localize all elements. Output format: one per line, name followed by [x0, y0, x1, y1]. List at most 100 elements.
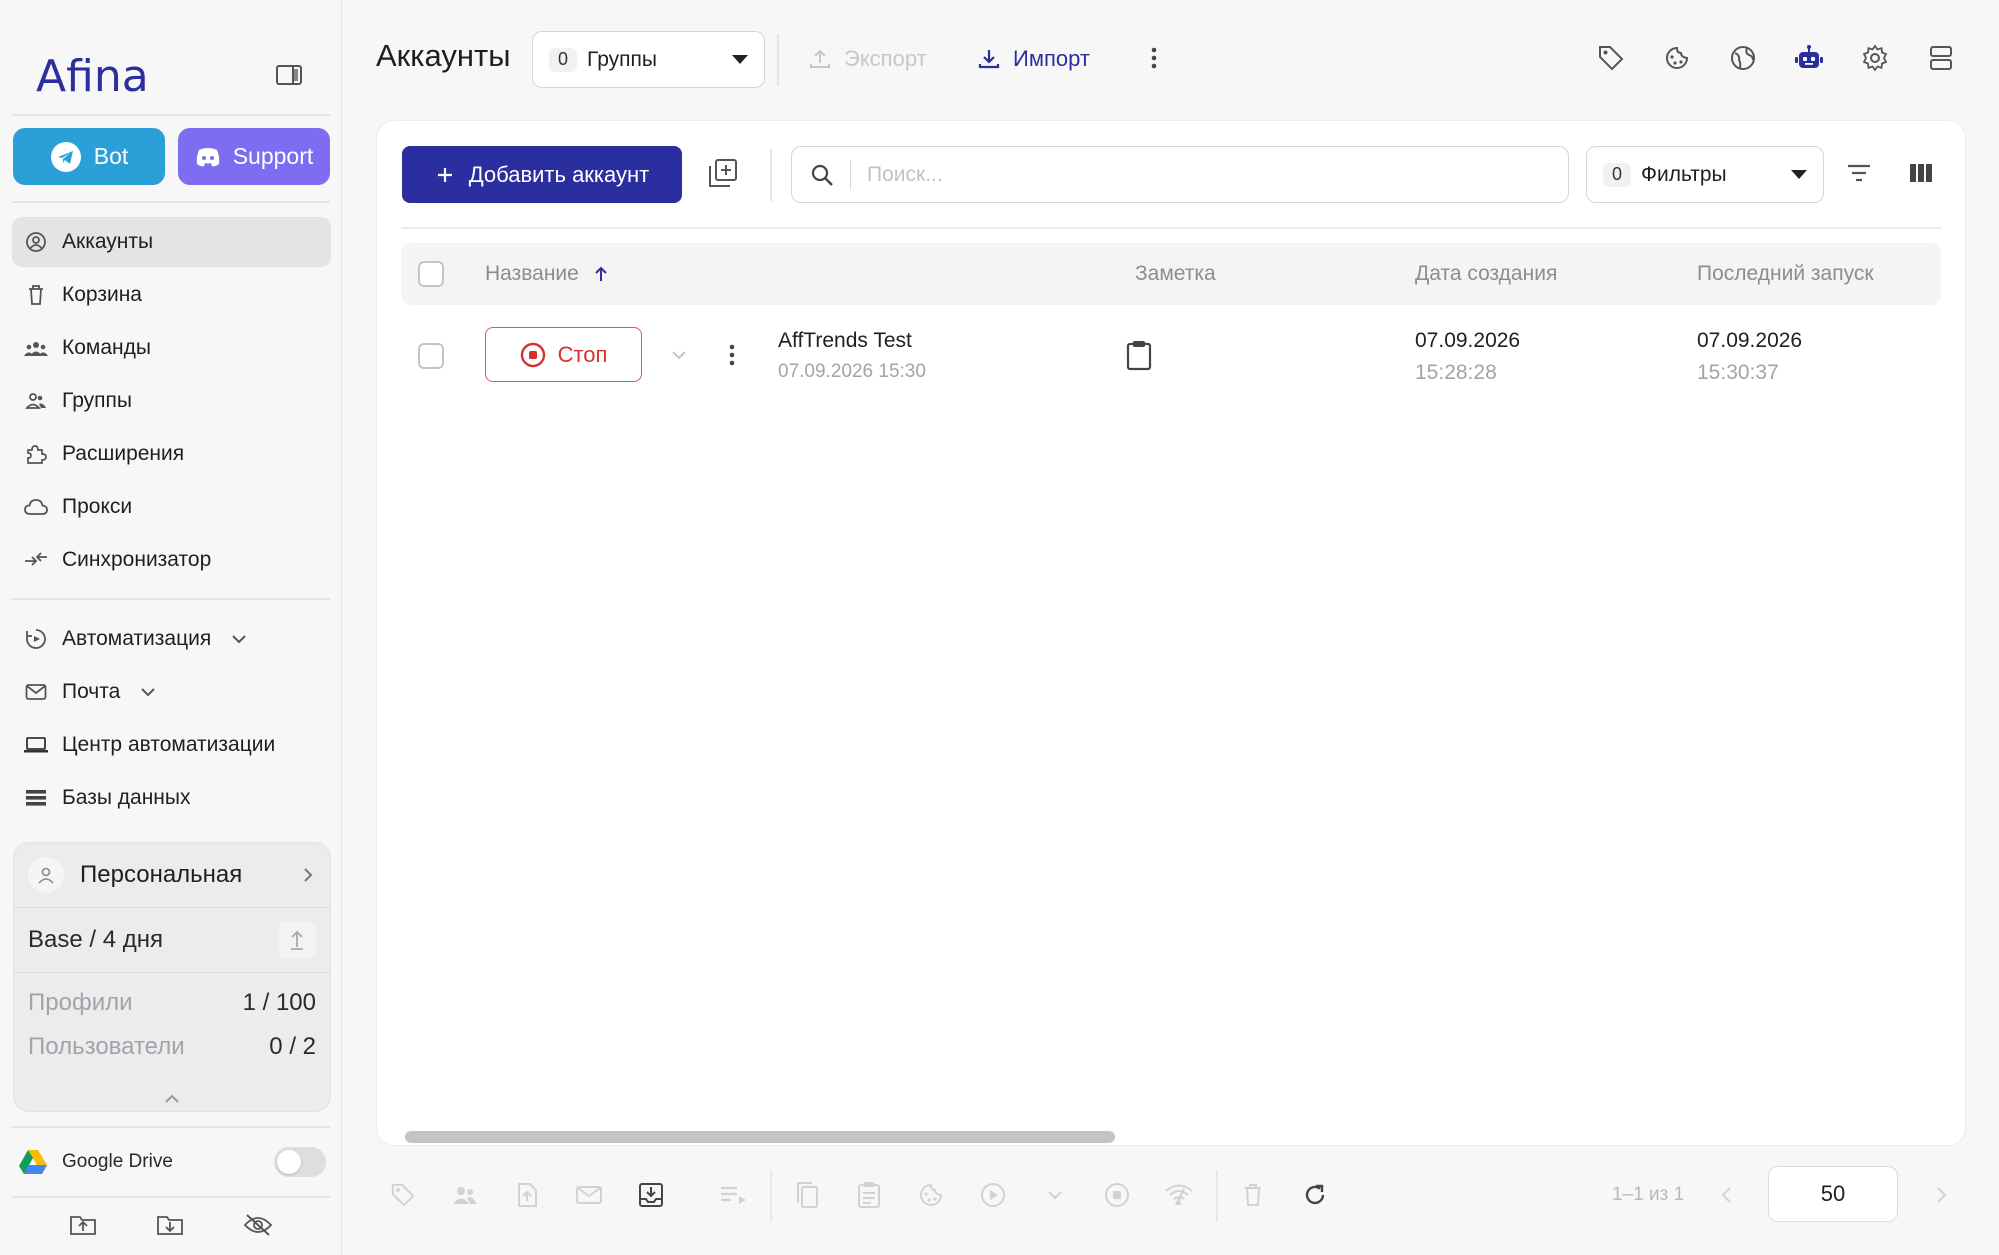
- globe-icon[interactable]: [1725, 40, 1761, 76]
- more-actions-button[interactable]: [1149, 46, 1159, 70]
- eye-off-icon[interactable]: [243, 1213, 273, 1237]
- nav-item-synchronizer[interactable]: Синхронизатор: [12, 535, 331, 585]
- export-button[interactable]: Экспорт: [808, 46, 927, 72]
- stop-icon: [520, 342, 546, 368]
- sidebar: Afina Bot Support Аккаунты Корзина Коман…: [0, 0, 342, 1255]
- person-icon: [28, 857, 64, 893]
- file-upload-icon[interactable]: [512, 1180, 542, 1210]
- chevron-right-icon[interactable]: [1926, 1180, 1956, 1210]
- profiles-usage: Профили 1 / 100: [14, 981, 330, 1025]
- nav-item-teams[interactable]: Команды: [12, 323, 331, 373]
- bot-label: Bot: [93, 143, 129, 169]
- folder-upload-icon[interactable]: [69, 1213, 97, 1237]
- bulk-actions-bar: 1–1 из 1 50: [376, 1160, 1966, 1230]
- logo: Afina: [36, 50, 149, 102]
- column-header-name[interactable]: Название: [485, 262, 609, 286]
- sort-icon[interactable]: [1845, 159, 1873, 187]
- divider: [770, 1170, 772, 1222]
- inbox-download-icon[interactable]: [636, 1180, 666, 1210]
- chevron-down-icon[interactable]: [229, 629, 249, 649]
- search-field[interactable]: Поиск...: [791, 146, 1569, 203]
- wifi-off-icon[interactable]: [1164, 1180, 1194, 1210]
- nav-item-trash[interactable]: Корзина: [12, 270, 331, 320]
- trash-icon[interactable]: [1238, 1180, 1268, 1210]
- nav-item-accounts[interactable]: Аккаунты: [12, 217, 331, 267]
- refresh-icon[interactable]: [1300, 1180, 1330, 1210]
- nav-item-groups[interactable]: Группы: [12, 376, 331, 426]
- tag-icon[interactable]: [388, 1180, 418, 1210]
- server-icon[interactable]: [1923, 40, 1959, 76]
- clipboard-list-icon[interactable]: [854, 1180, 884, 1210]
- nav-item-mail[interactable]: Почта: [12, 667, 331, 717]
- cookie-icon[interactable]: [916, 1180, 946, 1210]
- download-icon: [977, 47, 1001, 71]
- nav-item-proxy[interactable]: Прокси: [12, 482, 331, 532]
- copy-icon[interactable]: [792, 1180, 822, 1210]
- filters-count-badge: 0: [1603, 162, 1631, 187]
- search-placeholder: Поиск...: [867, 162, 943, 186]
- clipboard-icon[interactable]: [1125, 339, 1153, 371]
- column-header-last-run[interactable]: Последний запуск: [1697, 262, 1874, 286]
- nav-label: Группы: [62, 389, 132, 412]
- chevron-down-icon[interactable]: [669, 345, 689, 365]
- users-icon[interactable]: [450, 1180, 480, 1210]
- row-checkbox[interactable]: [418, 343, 444, 369]
- discord-support-button[interactable]: Support: [178, 128, 330, 185]
- import-button[interactable]: Импорт: [977, 46, 1090, 72]
- robot-icon[interactable]: [1791, 40, 1827, 76]
- workspace-selector[interactable]: Персональная: [14, 843, 330, 907]
- playlist-icon[interactable]: [718, 1180, 748, 1210]
- divider: [401, 227, 1941, 229]
- laptop-icon: [24, 733, 48, 757]
- nav-item-automation-center[interactable]: Центр автоматизации: [12, 720, 331, 770]
- divider: [12, 598, 330, 600]
- users-usage: Пользователи 0 / 2: [14, 1025, 330, 1069]
- mail-icon: [24, 680, 48, 704]
- cloud-icon: [24, 495, 48, 519]
- divider: [777, 34, 779, 86]
- bulk-add-icon[interactable]: [707, 157, 739, 189]
- kebab-menu-icon: [1149, 46, 1159, 70]
- columns-icon[interactable]: [1907, 159, 1935, 187]
- stop-icon[interactable]: [1102, 1180, 1132, 1210]
- account-name: AffTrends Test: [778, 329, 912, 352]
- nav-label: Команды: [62, 336, 151, 359]
- folder-download-icon[interactable]: [156, 1213, 184, 1237]
- nav-label: Синхронизатор: [62, 548, 212, 571]
- divider: [850, 159, 851, 190]
- per-page-input[interactable]: 50: [1768, 1166, 1898, 1222]
- last-run-date: 07.09.2026: [1697, 329, 1803, 352]
- table-row[interactable]: Стоп AffTrends Test 07.09.2026 15:30 07.…: [401, 319, 1941, 395]
- collapse-plan-button[interactable]: [14, 1093, 330, 1105]
- column-header-created[interactable]: Дата создания: [1415, 262, 1557, 286]
- mail-icon[interactable]: [574, 1180, 604, 1210]
- table-header: Название Заметка Дата создания Последний…: [401, 243, 1941, 305]
- chevron-down-icon[interactable]: [1040, 1180, 1070, 1210]
- upgrade-plan-button[interactable]: [278, 921, 316, 959]
- nav-item-extensions[interactable]: Расширения: [12, 429, 331, 479]
- upload-icon: [808, 47, 832, 71]
- play-icon[interactable]: [978, 1180, 1008, 1210]
- google-drive-toggle[interactable]: [274, 1147, 326, 1177]
- stop-button[interactable]: Стоп: [485, 327, 642, 382]
- google-drive-icon: [18, 1149, 48, 1175]
- add-account-button[interactable]: Добавить аккаунт: [402, 146, 682, 203]
- workspace-name: Персональная: [80, 861, 243, 888]
- filters-dropdown[interactable]: 0 Фильтры: [1586, 146, 1824, 203]
- horizontal-scrollbar[interactable]: [405, 1131, 1115, 1143]
- gear-icon[interactable]: [1857, 40, 1893, 76]
- sidebar-collapse-icon[interactable]: [274, 60, 306, 92]
- chevron-left-icon[interactable]: [1712, 1180, 1742, 1210]
- column-header-note[interactable]: Заметка: [1135, 262, 1216, 286]
- chevron-down-icon[interactable]: [138, 682, 158, 702]
- nav-label: Базы данных: [62, 786, 191, 809]
- nav-item-automation[interactable]: Автоматизация: [12, 614, 331, 664]
- nav-item-databases[interactable]: Базы данных: [12, 773, 331, 823]
- accounts-panel: Добавить аккаунт Поиск... 0 Фильтры Назв…: [376, 120, 1966, 1146]
- tag-icon[interactable]: [1593, 40, 1629, 76]
- telegram-bot-button[interactable]: Bot: [13, 128, 165, 185]
- groups-dropdown[interactable]: 0 Группы: [532, 31, 765, 88]
- row-menu-icon[interactable]: [727, 343, 737, 367]
- select-all-checkbox[interactable]: [418, 261, 444, 287]
- cookie-icon[interactable]: [1659, 40, 1695, 76]
